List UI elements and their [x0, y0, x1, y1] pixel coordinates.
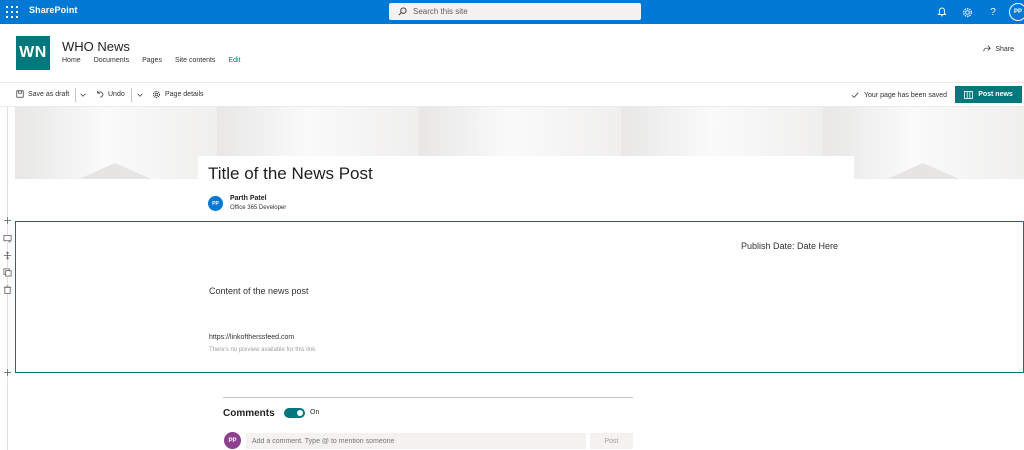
save-status: Your page has been saved	[851, 91, 947, 99]
nav-item-pages[interactable]: Pages	[142, 57, 162, 64]
app-launcher-icon[interactable]	[6, 6, 18, 18]
notification-icon[interactable]	[935, 5, 949, 19]
site-logo[interactable]: WN	[16, 36, 50, 70]
page-title[interactable]: Title of the News Post	[208, 164, 373, 184]
share-button[interactable]: Share	[983, 45, 1014, 53]
undo-label: Undo	[108, 90, 125, 98]
author-name[interactable]: Parth Patel	[230, 195, 267, 202]
link-url[interactable]: https://linkoftherssfeed.com	[209, 334, 294, 341]
edit-section-icon[interactable]	[3, 234, 12, 243]
undo-button[interactable]: Undo	[96, 90, 125, 98]
user-avatar[interactable]: PP	[1009, 3, 1024, 21]
nav-item-documents[interactable]: Documents	[94, 57, 129, 64]
site-header: WN WHO News Home Documents Pages Site co…	[0, 24, 1024, 83]
content-section[interactable]	[15, 221, 1024, 373]
page-details-button[interactable]: Page details	[152, 90, 204, 99]
divider	[75, 88, 76, 102]
search-icon	[398, 7, 407, 16]
share-label: Share	[995, 45, 1014, 53]
comments-toggle[interactable]	[284, 408, 305, 418]
divider	[131, 88, 132, 102]
undo-icon	[97, 90, 104, 98]
move-icon[interactable]	[3, 251, 12, 260]
duplicate-icon[interactable]	[3, 268, 12, 277]
nav-item-site-contents[interactable]: Site contents	[175, 57, 215, 64]
site-navigation: Home Documents Pages Site contents Edit	[62, 57, 253, 64]
chevron-down-icon[interactable]	[79, 91, 87, 99]
save-icon	[16, 90, 24, 98]
publish-date-text[interactable]: Publish Date: Date Here	[741, 241, 838, 251]
comments-divider	[223, 397, 633, 398]
save-as-draft-button[interactable]: Save as draft	[16, 90, 69, 98]
search-placeholder: Search this site	[413, 7, 468, 16]
command-bar: Save as draft Undo Page details Your pag…	[0, 83, 1024, 107]
suite-bar: SharePoint Search this site ? PP	[0, 0, 1024, 24]
post-comment-button[interactable]: Post	[590, 433, 633, 449]
comments-heading: Comments	[223, 408, 275, 419]
nav-item-edit[interactable]: Edit	[228, 57, 240, 64]
post-news-button[interactable]: Post news	[955, 86, 1022, 103]
news-content-text[interactable]: Content of the news post	[209, 286, 309, 296]
help-icon[interactable]: ?	[986, 5, 1000, 19]
delete-icon[interactable]	[3, 285, 12, 294]
comment-user-avatar: PP	[224, 432, 241, 449]
comment-input[interactable]	[246, 433, 586, 449]
page-details-icon	[153, 91, 160, 98]
add-section-icon[interactable]	[3, 368, 12, 377]
comments-toggle-label: On	[310, 409, 320, 416]
add-section-icon[interactable]	[3, 216, 12, 225]
save-status-text: Your page has been saved	[864, 91, 948, 99]
share-icon	[983, 45, 992, 52]
nav-item-home[interactable]: Home	[62, 57, 81, 64]
page-details-label: Page details	[165, 91, 204, 98]
rail-divider	[7, 107, 8, 450]
author-avatar: PP	[208, 196, 223, 211]
chevron-down-icon[interactable]	[136, 91, 144, 99]
gear-icon[interactable]	[960, 5, 974, 19]
search-box[interactable]: Search this site	[389, 3, 641, 20]
site-title[interactable]: WHO News	[62, 39, 130, 54]
save-as-draft-label: Save as draft	[28, 90, 70, 98]
checkmark-icon	[851, 92, 859, 98]
post-news-label: Post news	[978, 91, 1013, 98]
link-preview-message: There's no preview available for this li…	[209, 347, 317, 353]
author-role: Office 365 Developer	[230, 205, 287, 211]
brand-name[interactable]: SharePoint	[29, 5, 78, 15]
post-icon	[964, 90, 974, 99]
